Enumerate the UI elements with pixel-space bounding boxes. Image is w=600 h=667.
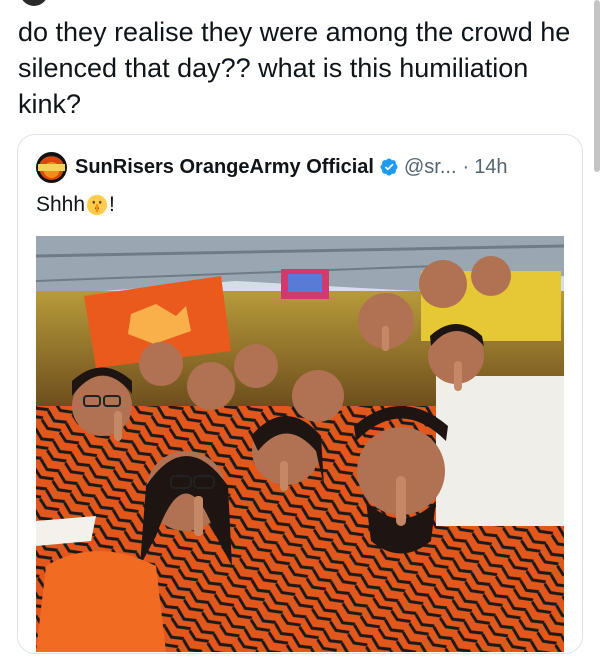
quoted-body-text: Shhh (36, 193, 86, 216)
shushing-face-emoji-icon (86, 194, 108, 216)
quoted-tweet-text: Shhh ! (36, 193, 115, 217)
quoted-tweet-header: SunRisers OrangeArmy Official @sr... · 1… (36, 151, 508, 183)
header-separator: · (462, 155, 470, 178)
verified-badge-icon (380, 158, 398, 176)
quoted-body-suffix: ! (109, 193, 115, 216)
scrollbar[interactable] (594, 0, 600, 172)
quoted-handle[interactable]: @sr... (404, 156, 457, 179)
quoted-timestamp[interactable]: 14h (474, 156, 507, 179)
fans-selfie-photo[interactable] (36, 236, 564, 652)
quoted-account-avatar[interactable] (36, 151, 67, 183)
quoted-tweet-card[interactable]: SunRisers OrangeArmy Official @sr... · 1… (17, 134, 583, 654)
top-avatar-stub (20, 0, 48, 6)
quoted-display-name[interactable]: SunRisers OrangeArmy Official (75, 156, 374, 179)
post-text: do they realise they were among the crow… (18, 17, 571, 119)
